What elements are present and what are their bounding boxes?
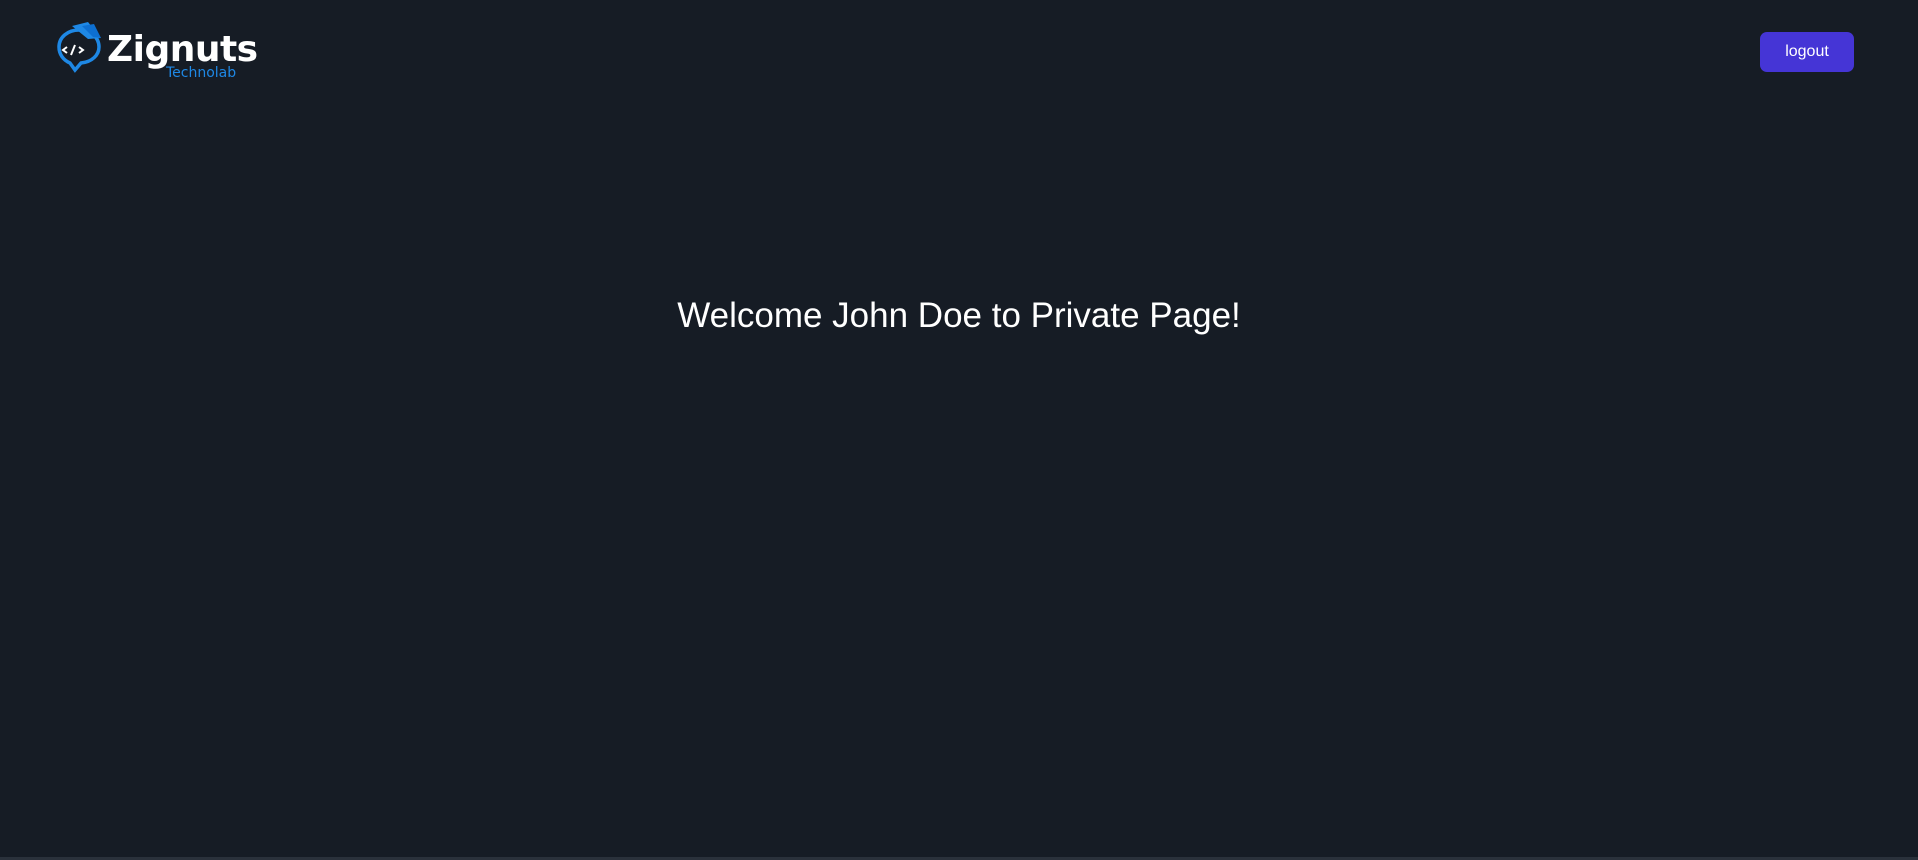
welcome-heading: Welcome John Doe to Private Page! [677,296,1241,335]
code-bracket-bubble-icon [57,22,101,73]
private-page: Zignuts Technolab logout Welcome John Do… [0,0,1918,860]
logout-button[interactable]: logout [1760,32,1854,72]
brand-logo[interactable]: Zignuts Technolab [54,22,258,86]
brand-tagline: Technolab [166,65,237,81]
brand-name: Zignuts [107,29,258,70]
top-header: Zignuts Technolab logout [0,0,1918,104]
